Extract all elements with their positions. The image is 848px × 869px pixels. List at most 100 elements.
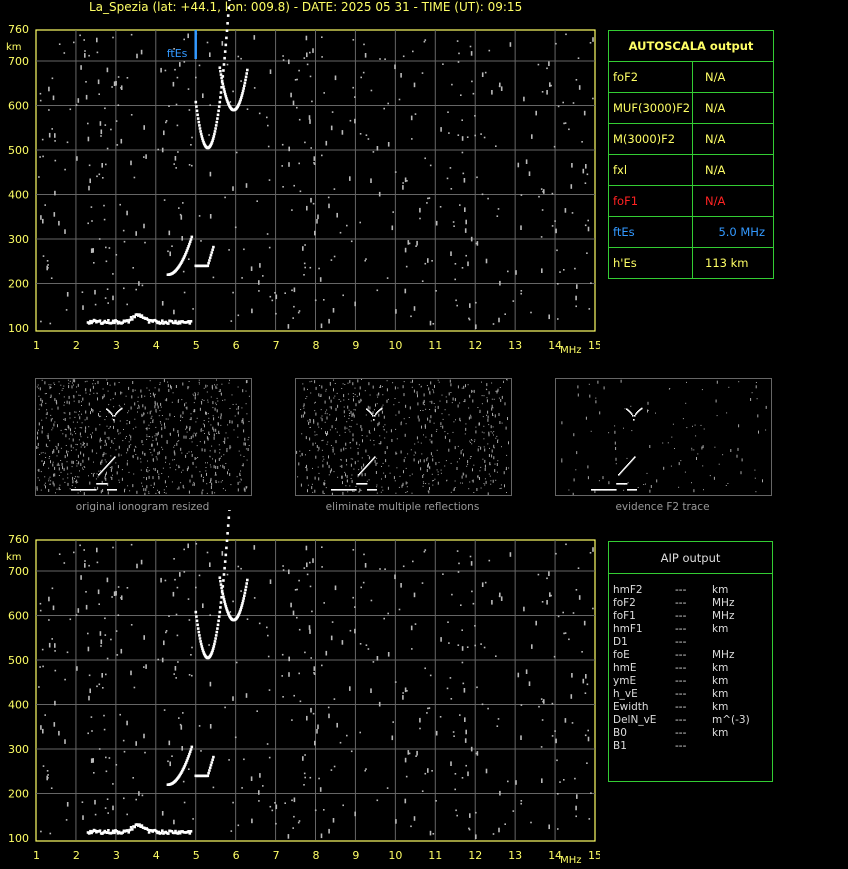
noise-dot [372, 385, 374, 389]
noise-dot [381, 478, 382, 480]
noise-dot [63, 385, 65, 387]
noise-dot [84, 560, 86, 562]
aip-row: DelN_vE --- m^(-3) [613, 714, 772, 727]
trace-point [197, 630, 201, 634]
noise-dot [313, 673, 316, 675]
noise-dot [350, 442, 351, 444]
noise-dot [423, 550, 426, 553]
noise-dot [299, 190, 302, 193]
noise-dot [234, 415, 236, 417]
noise-dot [106, 147, 109, 150]
noise-dot [212, 276, 215, 279]
noise-dot [488, 454, 490, 457]
noise-dot [403, 418, 405, 420]
noise-dot [209, 456, 211, 458]
noise-dot [620, 379, 622, 383]
noise-dot [121, 469, 123, 471]
noise-dot [132, 381, 134, 384]
noise-dot [476, 176, 478, 179]
aip-panel: AIP output hmF2 --- km foF2 --- MHz foF1 --- MHz… [608, 541, 773, 782]
noise-dot [296, 450, 298, 454]
aip-param: Ewidth [613, 701, 649, 713]
noise-dot [725, 485, 727, 486]
noise-dot [151, 454, 153, 456]
noise-dot [155, 437, 157, 441]
noise-dot [429, 320, 432, 326]
noise-dot [237, 424, 239, 428]
noise-dot [406, 690, 408, 692]
noise-dot [333, 471, 335, 473]
noise-dot [298, 628, 301, 631]
noise-dot [175, 469, 177, 471]
noise-dot [314, 410, 316, 412]
noise-dot [55, 492, 56, 494]
noise-dot [195, 457, 197, 459]
noise-dot [465, 729, 467, 735]
noise-dot [463, 688, 466, 693]
noise-dot [226, 573, 229, 576]
noise-dot [320, 409, 322, 411]
noise-dot [361, 457, 363, 459]
noise-dot [196, 432, 198, 434]
noise-dot [491, 449, 493, 453]
noise-dot [345, 448, 347, 450]
noise-dot [331, 621, 334, 623]
noise-dot [58, 467, 60, 471]
noise-dot [483, 425, 485, 427]
noise-dot [161, 424, 163, 426]
noise-dot [469, 442, 471, 443]
noise-dot [424, 404, 425, 406]
noise-dot [267, 124, 269, 127]
noise-dot [116, 144, 119, 146]
noise-dot [237, 55, 240, 58]
noise-dot [423, 459, 425, 463]
noise-dot [468, 395, 470, 397]
noise-dot [85, 81, 87, 83]
noise-dot [92, 432, 93, 434]
noise-dot [237, 824, 240, 827]
noise-dot [341, 475, 343, 479]
noise-dot [142, 451, 144, 455]
noise-dot [481, 703, 484, 706]
noise-dot [53, 382, 55, 384]
noise-dot [426, 385, 428, 386]
noise-dot [551, 225, 554, 227]
noise-dot [413, 592, 416, 598]
noise-dot [44, 381, 46, 385]
noise-dot [189, 438, 191, 440]
noise-dot [96, 452, 98, 454]
noise-dot [158, 491, 160, 494]
noise-dot [429, 439, 431, 441]
noise-dot [186, 452, 188, 454]
noise-dot [178, 440, 180, 442]
noise-dot [411, 138, 413, 140]
noise-dot [68, 385, 70, 389]
noise-dot [181, 471, 182, 473]
trace-point [213, 642, 216, 646]
noise-dot [153, 468, 154, 470]
noise-dot [226, 449, 228, 453]
noise-dot [256, 200, 258, 202]
noise-dot [253, 87, 256, 89]
trace-point [241, 599, 245, 603]
noise-dot [484, 468, 486, 471]
noise-dot [129, 490, 131, 492]
noise-dot [334, 75, 337, 81]
trace-point [374, 456, 376, 458]
noise-dot [482, 416, 484, 418]
noise-dot [73, 384, 74, 386]
noise-dot [424, 157, 426, 160]
noise-dot [469, 457, 471, 459]
noise-dot [75, 449, 77, 451]
noise-dot [60, 460, 62, 461]
y-tick-label: 700 [8, 565, 29, 578]
noise-dot [441, 413, 443, 415]
noise-dot [303, 57, 306, 59]
noise-dot [483, 646, 486, 649]
noise-dot [318, 267, 320, 270]
noise-dot [496, 463, 498, 466]
noise-dot [224, 440, 226, 444]
noise-dot [738, 424, 740, 428]
noise-dot [48, 480, 50, 482]
noise-dot [461, 387, 463, 389]
